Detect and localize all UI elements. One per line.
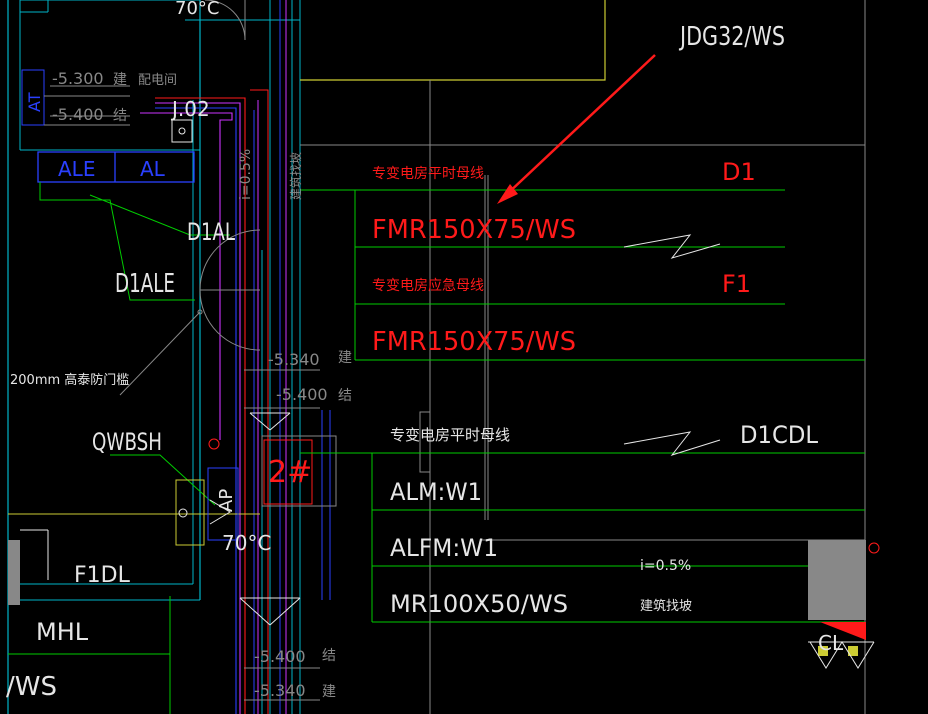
qwbsh-label: QWBSH bbox=[92, 428, 162, 456]
jian-b: 建 bbox=[322, 684, 336, 700]
jianzhu-zhaopo-right: 建筑找坡 bbox=[640, 598, 692, 614]
right-plan bbox=[300, 0, 880, 714]
busbar-spec-2: FMR150X75/WS bbox=[372, 327, 576, 357]
row-alfm: ALFM:W1 bbox=[390, 534, 498, 562]
jie-a: 结 bbox=[338, 388, 352, 404]
temp-mid: 70°C bbox=[222, 531, 271, 555]
cad-viewport[interactable]: JDG32/WS 专变电房平时母线 FMR150X75/WS D1 专变电房应急… bbox=[0, 0, 928, 714]
wall-note: 200mm 高泰防门槛 bbox=[10, 372, 129, 388]
room-2-label: 2# bbox=[268, 455, 312, 490]
pei-dian-jian: 配电间 bbox=[138, 73, 177, 88]
jie-b: 结 bbox=[322, 648, 336, 664]
d1ale-label: D1ALE bbox=[115, 269, 175, 299]
elev-5340-b: -5.340 bbox=[254, 681, 306, 700]
busbar-label-normal-2: 专变电房平时母线 bbox=[390, 426, 510, 444]
elev-5400-b: -5.400 bbox=[254, 647, 306, 666]
d1al-label: D1AL bbox=[187, 218, 235, 246]
f1dl-label: F1DL bbox=[74, 563, 131, 588]
jianzhu-zhaopo-vertical: 建筑找坡 bbox=[288, 152, 303, 200]
busbar-label-normal-1: 专变电房平时母线 bbox=[372, 166, 484, 182]
ws-bottom: /WS bbox=[6, 672, 57, 702]
busbar-label-emergency: 专变电房应急母线 bbox=[372, 277, 484, 294]
cl-label: CL bbox=[818, 631, 844, 655]
row-mr: MR100X50/WS bbox=[390, 590, 568, 618]
tag-d1: D1 bbox=[722, 158, 756, 186]
cad-drawing: JDG32/WS 专变电房平时母线 FMR150X75/WS D1 专变电房应急… bbox=[6, 0, 880, 714]
jian-a: 建 bbox=[338, 350, 352, 366]
jdg-callout: JDG32/WS bbox=[678, 22, 785, 52]
ap-label: AP bbox=[216, 489, 237, 512]
jian-top: 建 bbox=[113, 72, 127, 88]
tag-f1: F1 bbox=[722, 270, 751, 298]
slope-vertical: i=0.5% bbox=[238, 149, 254, 200]
j02-label: J.02 bbox=[170, 97, 210, 121]
row-alm: ALM:W1 bbox=[390, 478, 482, 506]
temp-top: 70°C bbox=[175, 0, 219, 19]
box-ale-label: ALE bbox=[58, 157, 95, 181]
elev-5340-a: -5.340 bbox=[268, 350, 320, 369]
drawing-labels: JDG32/WS 专变电房平时母线 FMR150X75/WS D1 专变电房应急… bbox=[6, 0, 844, 702]
mhl-label: MHL bbox=[36, 618, 89, 646]
elev-5400-a: -5.400 bbox=[276, 385, 328, 404]
slope-right: i=0.5% bbox=[640, 558, 691, 574]
box-al-label: AL bbox=[140, 157, 166, 181]
elev-5400: -5.400 bbox=[52, 105, 104, 124]
elev-5300: -5.300 bbox=[52, 69, 104, 88]
tag-d1cdl: D1CDL bbox=[740, 421, 819, 449]
busbar-spec-1: FMR150X75/WS bbox=[372, 215, 576, 245]
jie-top: 结 bbox=[113, 108, 127, 124]
at-label: AT bbox=[25, 92, 44, 112]
